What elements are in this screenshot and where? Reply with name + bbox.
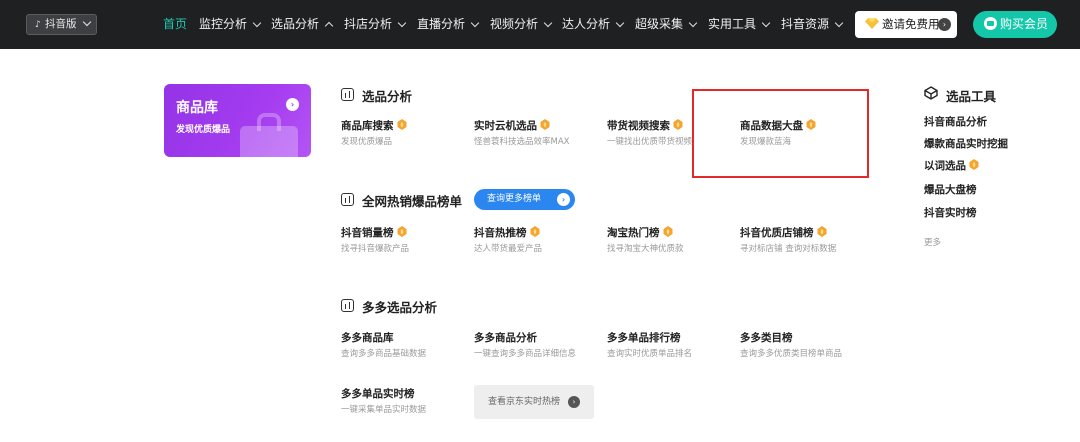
chevron-down-icon: [615, 18, 625, 28]
chevron-down-icon: [470, 18, 480, 28]
tool-item[interactable]: 抖音商品分析: [924, 115, 987, 129]
nav-video-analysis[interactable]: 视频分析: [490, 16, 553, 34]
invite-button[interactable]: 邀请免费用 ›: [855, 11, 957, 38]
chevron-down-icon: [834, 18, 844, 28]
hot-flame-icon: [673, 119, 683, 130]
chevron-up-icon: [324, 21, 334, 31]
chart-icon: [341, 88, 354, 101]
hotlist-item[interactable]: 抖音销量榜 找寻抖音爆款产品: [341, 226, 409, 255]
duoduo-item[interactable]: 多多单品实时榜 一键采集单品实时数据: [341, 387, 426, 416]
select-item[interactable]: 带货视频搜索 一键找出优质带货视频: [607, 119, 692, 148]
top-navbar: ♪ 抖音版 首页 监控分析 选品分析 抖店分析 直播分析 视频分析 达人分析 超级…: [0, 0, 1080, 49]
nav-monitor[interactable]: 监控分析: [199, 16, 262, 34]
chevron-down-icon: [688, 18, 698, 28]
highlight-box: [692, 89, 869, 178]
buy-membership-button[interactable]: 购买会员: [973, 11, 1057, 38]
hot-flame-icon: [397, 226, 406, 237]
shopping-bag-icon: [240, 126, 298, 157]
nav-super-collect[interactable]: 超级采集: [635, 16, 698, 34]
tools-cube-icon: [924, 86, 938, 100]
chart-icon: [341, 299, 354, 312]
buy-label: 购买会员: [1000, 17, 1049, 31]
platform-switcher[interactable]: ♪ 抖音版: [26, 14, 97, 35]
douyin-logo-icon: ♪: [35, 20, 41, 30]
member-icon: [984, 17, 997, 30]
section-title-select: 选品分析: [362, 89, 413, 104]
platform-label: 抖音版: [45, 18, 77, 30]
hot-flame-icon: [969, 159, 979, 170]
tool-item[interactable]: 爆款商品实时挖掘: [924, 137, 1008, 151]
hotlist-item[interactable]: 抖音热推榜 达人带货最爱产品: [474, 226, 542, 255]
tools-more-link[interactable]: 更多: [924, 236, 941, 248]
nav-live-analysis[interactable]: 直播分析: [417, 16, 480, 34]
arrow-right-icon: ›: [557, 193, 570, 206]
card-subtitle: 发现优质爆品: [176, 125, 231, 135]
nav-douyin-resources[interactable]: 抖音资源: [781, 16, 844, 34]
tools-title: 选品工具: [946, 89, 997, 104]
duoduo-item[interactable]: 多多商品分析 一键查询多多商品详细信息: [474, 331, 576, 360]
arrow-right-icon[interactable]: ›: [286, 98, 299, 111]
nav-tools[interactable]: 实用工具: [708, 16, 771, 34]
more-rankings-button[interactable]: 查询更多榜单 ›: [474, 189, 575, 210]
duoduo-item[interactable]: 多多单品排行榜 查询实时优质单品排名: [607, 331, 692, 360]
section-title-hotlist: 全网热销爆品榜单: [362, 194, 463, 209]
invite-label: 邀请免费用: [882, 17, 940, 31]
tool-item[interactable]: 以词选品: [924, 159, 979, 173]
jd-hotlist-button[interactable]: 查看京东实时热榜 ›: [474, 385, 594, 419]
select-item[interactable]: 实时云机选品 怪兽蓑科技选品效率MAX: [474, 119, 569, 148]
card-title: 商品库: [176, 100, 218, 116]
chevron-down-icon: [761, 18, 771, 28]
nav-influencer-analysis[interactable]: 达人分析: [562, 16, 625, 34]
hotlist-item[interactable]: 淘宝热门榜 找寻淘宝大神优质款: [607, 226, 684, 255]
tool-item[interactable]: 爆品大盘榜: [924, 183, 977, 197]
arrow-right-icon: ›: [568, 396, 580, 408]
hot-flame-icon: [540, 119, 550, 130]
chevron-down-icon: [543, 18, 553, 28]
nav-select-analysis[interactable]: 选品分析: [271, 16, 334, 34]
select-item[interactable]: 商品库搜索 发现优质爆品: [341, 119, 407, 148]
hotlist-item[interactable]: 抖音优质店铺榜 寻对标店铺 查询对标数据: [740, 226, 836, 255]
section-title-duoduo: 多多选品分析: [362, 300, 438, 315]
hot-flame-icon: [663, 226, 672, 237]
product-library-card[interactable]: 商品库 发现优质爆品 ›: [164, 84, 311, 157]
chevron-down-icon: [252, 18, 262, 28]
hot-flame-icon: [397, 119, 406, 130]
tool-item[interactable]: 抖音实时榜: [924, 206, 977, 220]
chart-icon: [341, 193, 354, 206]
nav-home[interactable]: 首页: [163, 16, 187, 34]
diamond-icon: [865, 18, 879, 29]
hot-flame-icon: [817, 226, 826, 237]
chevron-down-icon: [397, 18, 407, 28]
duoduo-item[interactable]: 多多类目榜 查询多多优质类目榜单商品: [740, 331, 842, 360]
nav-shop-analysis[interactable]: 抖店分析: [344, 16, 407, 34]
chevron-down-icon: [82, 17, 92, 27]
hot-flame-icon: [530, 226, 539, 237]
duoduo-item[interactable]: 多多商品库 查询多多商品基础数据: [341, 331, 426, 360]
arrow-right-icon: ›: [938, 18, 951, 31]
